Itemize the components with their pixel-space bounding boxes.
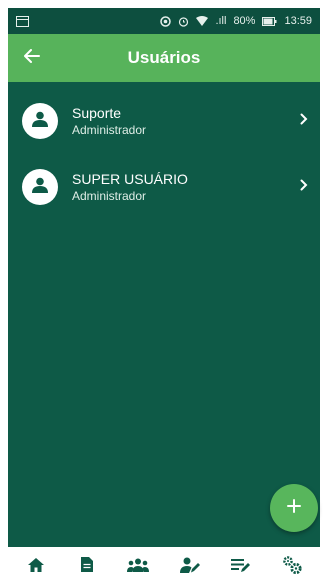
user-name: SUPER USUÁRIO [72, 170, 188, 187]
nav-settings[interactable] [277, 555, 307, 579]
app-bar: Usuários [8, 34, 320, 82]
nav-home[interactable] [21, 555, 51, 579]
user-edit-icon [179, 557, 200, 578]
add-user-button[interactable] [270, 484, 318, 532]
back-button[interactable] [8, 34, 56, 82]
settings-gears-icon [282, 555, 302, 579]
alarm-icon [178, 16, 189, 27]
nav-documents[interactable] [72, 555, 102, 579]
phone-screen: .ıll 80% 13:59 Usuários Suporte Administ… [8, 8, 320, 547]
signal-text: .ıll [215, 15, 227, 27]
wifi-icon [196, 16, 209, 26]
user-list: Suporte Administrador SUPER USUÁRIO Admi… [8, 82, 320, 220]
plus-icon [287, 498, 301, 518]
person-icon [31, 177, 49, 198]
user-role: Administrador [72, 122, 147, 137]
users-group-icon [127, 558, 150, 577]
nav-list-edit[interactable] [226, 555, 256, 579]
user-name: Suporte [72, 104, 122, 121]
document-icon [80, 556, 94, 578]
sync-icon [160, 15, 172, 27]
user-role: Administrador [72, 188, 147, 203]
nav-user-edit[interactable] [175, 555, 205, 579]
battery-percent: 80% [233, 15, 256, 27]
user-list-item[interactable]: Suporte Administrador [8, 88, 320, 154]
nav-users[interactable] [123, 555, 153, 579]
chevron-right-icon [300, 112, 308, 130]
avatar [22, 169, 58, 205]
status-bar: .ıll 80% 13:59 [8, 8, 320, 34]
battery-icon [262, 16, 277, 26]
person-icon [31, 111, 49, 132]
chevron-right-icon [300, 178, 308, 196]
home-icon [27, 557, 45, 578]
avatar [22, 103, 58, 139]
image-notification-icon [16, 15, 29, 27]
user-list-item[interactable]: SUPER USUÁRIO Administrador [8, 154, 320, 220]
clock-time: 13:59 [284, 15, 312, 27]
bottom-navigation [0, 553, 328, 581]
list-edit-icon [230, 558, 251, 577]
arrow-left-icon [24, 48, 40, 68]
